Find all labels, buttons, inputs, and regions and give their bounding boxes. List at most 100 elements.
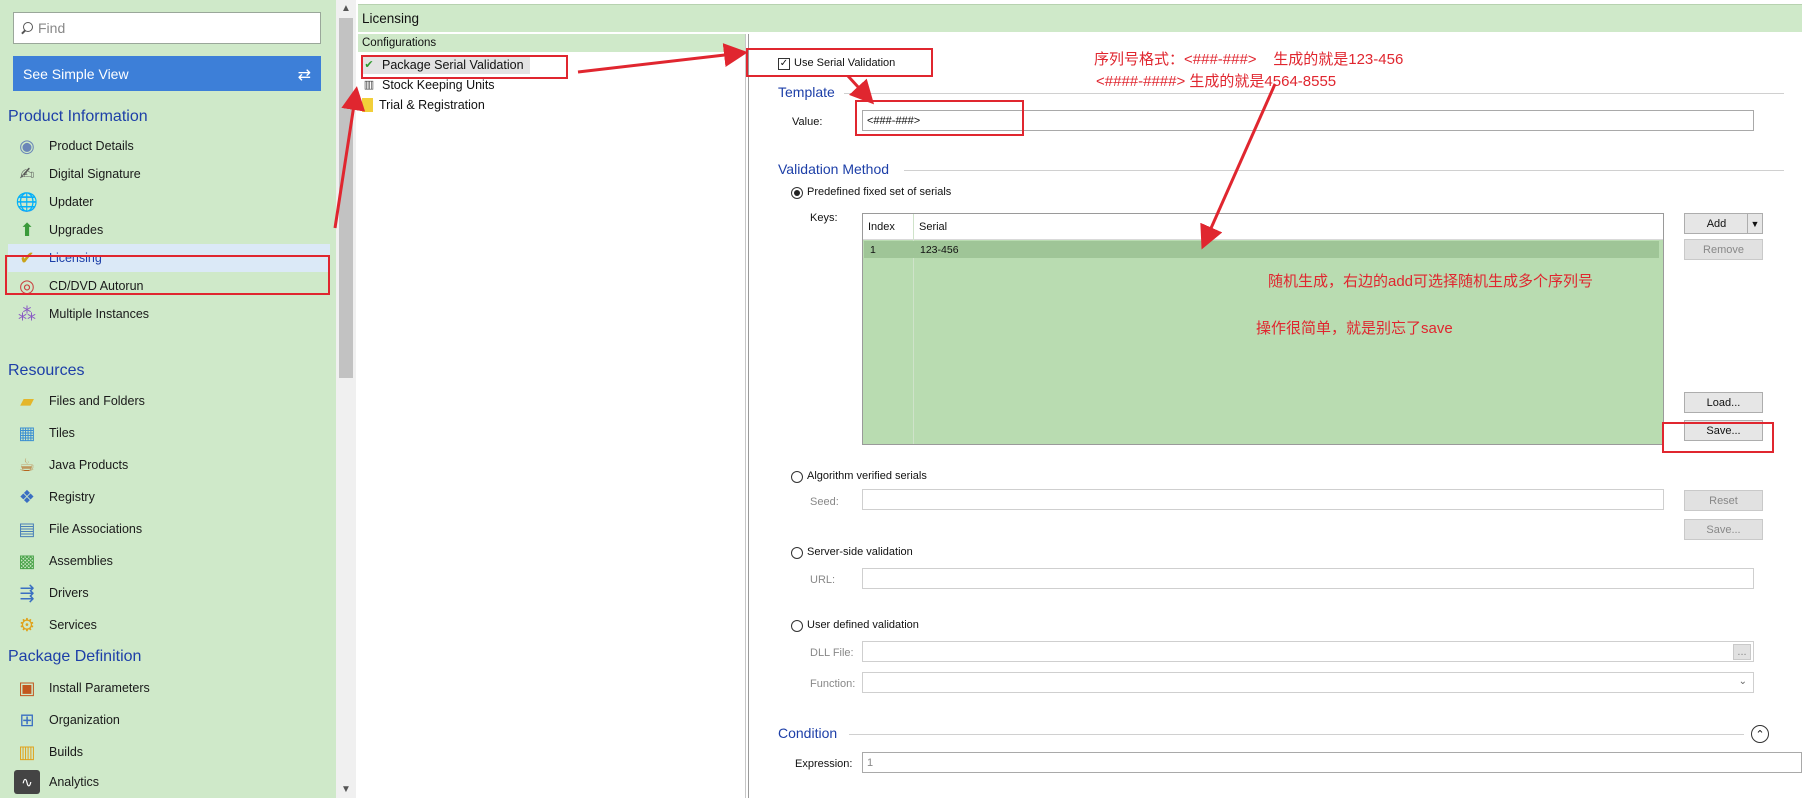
- dll-browse-button[interactable]: ...: [1733, 644, 1751, 660]
- add-button[interactable]: Add: [1684, 213, 1748, 234]
- sidebar-item-files-and-folders[interactable]: ▰ Files and Folders: [14, 387, 330, 415]
- reset-button[interactable]: Reset: [1684, 490, 1763, 511]
- see-simple-view-button[interactable]: See Simple View ⇄: [13, 56, 321, 91]
- user-defined-radio[interactable]: [791, 620, 803, 632]
- value-label: Value:: [792, 116, 823, 128]
- sidebar-item-file-associations[interactable]: ▤ File Associations: [14, 515, 330, 543]
- template-heading: Template: [778, 84, 835, 100]
- tree-header: Configurations: [358, 34, 745, 52]
- add-dropdown-arrow-icon[interactable]: ▼: [1747, 213, 1763, 234]
- updater-icon: 🌐: [15, 191, 39, 212]
- trial-icon: [362, 97, 373, 112]
- validation-divider: [904, 170, 1784, 171]
- algorithm-serials-radio[interactable]: [791, 471, 803, 483]
- dll-file-label: DLL File:: [810, 647, 854, 659]
- multiple-instances-icon: ⁂: [18, 303, 36, 324]
- section-resources: Resources: [8, 362, 85, 379]
- predefined-serials-label: Predefined fixed set of serials: [807, 186, 952, 198]
- section-product-information: Product Information: [8, 108, 148, 125]
- page-title-bar: Licensing: [358, 4, 1802, 32]
- highlight-template-value: [855, 100, 1024, 136]
- collapse-chevron-up-icon[interactable]: ⌃: [1751, 725, 1769, 743]
- validation-method-heading: Validation Method: [778, 161, 890, 177]
- sidebar-item-java-products[interactable]: ☕ Java Products: [14, 451, 330, 479]
- annotation-save-note: 操作很简单，就是别忘了save: [1256, 320, 1453, 337]
- server-validation-radio[interactable]: [791, 547, 803, 559]
- builds-icon: ▥: [18, 741, 36, 762]
- sidebar-item-tiles[interactable]: ▦ Tiles: [14, 419, 330, 447]
- search-input[interactable]: Find: [13, 12, 321, 44]
- annotation-format-line2: <####-####> 生成的就是4564-8555: [1096, 73, 1337, 90]
- assemblies-icon: ▩: [18, 550, 36, 571]
- highlight-package-serial-validation: [361, 55, 568, 79]
- organization-icon: ⊞: [19, 709, 35, 730]
- highlight-licensing: [5, 255, 330, 295]
- sidebar-item-services[interactable]: ⚙ Services: [14, 611, 330, 639]
- sidebar-item-builds[interactable]: ▥ Builds: [14, 738, 330, 766]
- column-header-serial[interactable]: Serial: [913, 214, 1653, 239]
- seed-save-button[interactable]: Save...: [1684, 519, 1763, 540]
- table-header: Index Serial: [863, 214, 1663, 240]
- function-select[interactable]: ⌄: [862, 672, 1754, 693]
- section-package-definition: Package Definition: [8, 648, 142, 665]
- sidebar-item-registry[interactable]: ❖ Registry: [14, 483, 330, 511]
- sidebar-item-upgrades[interactable]: ⬆ Upgrades: [14, 216, 330, 244]
- seed-label: Seed:: [810, 496, 839, 508]
- analytics-icon: ∿: [14, 770, 40, 794]
- swap-arrows-icon: ⇄: [297, 67, 311, 84]
- sidebar-item-drivers[interactable]: ⇶ Drivers: [14, 579, 330, 607]
- digital-signature-icon: ✍: [19, 163, 35, 184]
- table-row[interactable]: 1 123-456: [864, 241, 1659, 258]
- algorithm-serials-label: Algorithm verified serials: [807, 470, 927, 482]
- template-divider: [844, 93, 1784, 94]
- predefined-serials-radio[interactable]: [791, 187, 803, 199]
- load-button[interactable]: Load...: [1684, 392, 1763, 413]
- annotation-format-line1: 序列号格式：<###-###> 生成的就是123-456: [1094, 51, 1404, 68]
- settings-panel: ✓ Use Serial Validation Template Value: …: [748, 34, 1802, 798]
- tree-item-trial-registration[interactable]: Trial & Registration: [362, 95, 485, 114]
- folder-icon: ▰: [20, 390, 34, 411]
- sidebar-item-product-details[interactable]: ◉ Product Details: [14, 132, 330, 160]
- sidebar-item-organization[interactable]: ⊞ Organization: [14, 706, 330, 734]
- row-serial: 123-456: [920, 243, 959, 256]
- sidebar-item-digital-signature[interactable]: ✍ Digital Signature: [14, 160, 330, 188]
- services-icon: ⚙: [18, 614, 36, 635]
- drivers-icon: ⇶: [19, 582, 35, 603]
- page-title: Licensing: [362, 11, 420, 26]
- sidebar: Find See Simple View ⇄ Product Informati…: [0, 0, 336, 798]
- condition-divider: [849, 734, 1744, 735]
- upgrades-icon: ⬆: [19, 219, 35, 240]
- condition-heading: Condition: [778, 725, 838, 741]
- barcode-icon: ▥: [363, 79, 375, 91]
- keys-label: Keys:: [810, 212, 838, 224]
- url-label: URL:: [810, 574, 836, 586]
- install-parameters-icon: ▣: [18, 677, 36, 698]
- search-icon: [20, 21, 34, 35]
- java-icon: ☕: [18, 454, 36, 475]
- sidebar-item-assemblies[interactable]: ▩ Assemblies: [14, 547, 330, 575]
- row-index: 1: [870, 243, 876, 256]
- sidebar-item-install-parameters[interactable]: ▣ Install Parameters: [14, 674, 330, 702]
- scroll-up-icon[interactable]: ▲: [341, 3, 351, 14]
- chevron-down-icon: ⌄: [1738, 676, 1747, 687]
- product-details-icon: ◉: [19, 135, 35, 156]
- seed-input[interactable]: [862, 489, 1664, 510]
- expression-input[interactable]: 1: [862, 752, 1802, 773]
- sidebar-item-updater[interactable]: 🌐 Updater: [14, 188, 330, 216]
- registry-icon: ❖: [18, 486, 36, 507]
- configurations-tree: Configurations ✔ Package Serial Validati…: [358, 34, 746, 798]
- annotation-random-note: 随机生成，右边的add可选择随机生成多个序列号: [1268, 273, 1594, 290]
- scroll-down-icon[interactable]: ▼: [341, 784, 351, 795]
- dll-file-input[interactable]: [862, 641, 1754, 662]
- url-input[interactable]: [862, 568, 1754, 589]
- sidebar-scrollbar[interactable]: ▲ ▼: [336, 0, 356, 798]
- column-header-index[interactable]: Index: [863, 214, 913, 239]
- sidebar-item-analytics[interactable]: ∿ Analytics: [14, 768, 330, 796]
- server-validation-label: Server-side validation: [807, 546, 913, 558]
- scrollbar-thumb[interactable]: [339, 18, 353, 378]
- remove-button[interactable]: Remove: [1684, 239, 1763, 260]
- search-placeholder: Find: [38, 20, 66, 36]
- sidebar-item-multiple-instances[interactable]: ⁂ Multiple Instances: [14, 300, 330, 328]
- highlight-use-serial-validation: [746, 48, 933, 77]
- tiles-icon: ▦: [18, 422, 36, 443]
